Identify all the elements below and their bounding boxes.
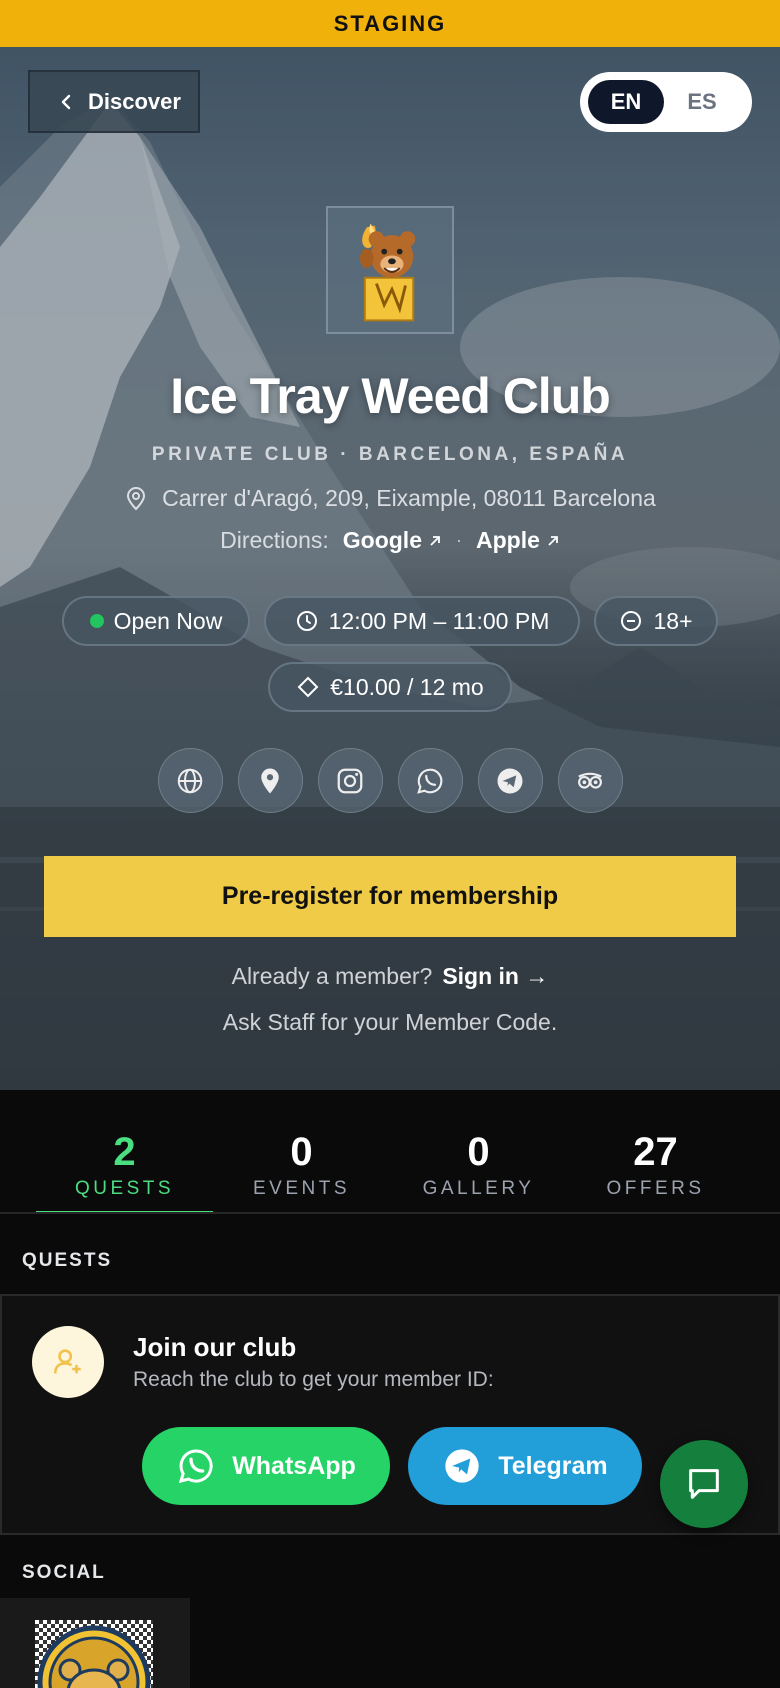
back-discover-button[interactable]: Discover bbox=[28, 70, 200, 133]
telegram-button[interactable]: Telegram bbox=[408, 1427, 642, 1505]
minus-circle-icon bbox=[621, 611, 642, 631]
tripadvisor-icon bbox=[578, 772, 602, 789]
maps-link[interactable] bbox=[237, 748, 303, 813]
bear-mascot-logo bbox=[359, 223, 416, 322]
signin-link[interactable]: Sign in → bbox=[442, 963, 548, 990]
status-dot bbox=[89, 614, 104, 628]
club-name: Ice Tray Weed Club bbox=[170, 368, 611, 424]
tabs-divider bbox=[0, 1212, 780, 1214]
user-plus-icon bbox=[53, 1349, 81, 1374]
lang-option-es[interactable]: ES bbox=[664, 80, 740, 124]
member-code-hint: Ask Staff for your Member Code. bbox=[222, 1009, 558, 1035]
social-post-thumbnail bbox=[35, 1620, 153, 1688]
website-link[interactable] bbox=[157, 748, 223, 813]
content-tabs: 2 QUESTS 0 EVENTS 0 GALLERY 27 OFFERS bbox=[36, 1120, 744, 1214]
quest-avatar bbox=[32, 1326, 104, 1398]
age-badge: 18+ bbox=[594, 596, 718, 646]
whatsapp-link[interactable] bbox=[397, 748, 463, 813]
instagram-icon bbox=[337, 768, 363, 793]
directions-row: Directions: Google · Apple bbox=[0, 527, 780, 554]
telegram-icon bbox=[445, 1449, 480, 1483]
chevron-left-icon bbox=[61, 94, 71, 109]
clock-icon bbox=[296, 611, 317, 631]
language-toggle: EN ES bbox=[580, 72, 752, 132]
staging-banner: STAGING bbox=[0, 0, 780, 47]
member-signin-row: Already a member? Sign in → bbox=[231, 963, 549, 990]
social-heading: SOCIAL bbox=[22, 1562, 106, 1583]
club-logo bbox=[326, 206, 454, 334]
tab-events[interactable]: 0 EVENTS bbox=[213, 1120, 390, 1212]
price-badge: €10.00 / 12 mo bbox=[268, 662, 512, 712]
pre-register-button[interactable]: Pre-register for membership bbox=[44, 856, 736, 937]
map-pin-icon bbox=[127, 486, 146, 510]
diamond-tag-icon bbox=[297, 676, 319, 698]
tab-gallery[interactable]: 0 GALLERY bbox=[390, 1120, 567, 1212]
hero-section: Discover EN ES Ice Tray Weed Club PRIVAT… bbox=[0, 47, 780, 1090]
whatsapp-icon bbox=[417, 768, 443, 794]
club-subtitle: PRIVATE CLUB · BARCELONA, ESPAÑA bbox=[151, 444, 629, 465]
tripadvisor-link[interactable] bbox=[557, 748, 623, 813]
tab-quests[interactable]: 2 QUESTS bbox=[36, 1120, 213, 1214]
quest-title: Join our club bbox=[133, 1332, 297, 1362]
instagram-link[interactable] bbox=[317, 748, 383, 813]
external-arrow-icon bbox=[548, 535, 558, 546]
tab-offers[interactable]: 27 OFFERS bbox=[567, 1120, 744, 1212]
open-status-badge: Open Now bbox=[62, 596, 250, 646]
directions-google-link[interactable]: Google bbox=[343, 527, 442, 554]
map-pin-icon bbox=[261, 768, 279, 793]
bear-badge-image bbox=[37, 1625, 151, 1688]
chat-fab-button[interactable] bbox=[660, 1440, 748, 1528]
external-arrow-icon bbox=[430, 535, 440, 546]
hours-badge: 12:00 PM – 11:00 PM bbox=[264, 596, 580, 646]
social-links-row bbox=[0, 748, 780, 813]
whatsapp-button[interactable]: WhatsApp bbox=[142, 1427, 390, 1505]
chat-bubble-icon bbox=[689, 1469, 719, 1499]
telegram-link[interactable] bbox=[477, 748, 543, 813]
globe-icon bbox=[177, 768, 203, 793]
telegram-icon bbox=[497, 768, 523, 793]
whatsapp-icon bbox=[178, 1449, 213, 1484]
quest-subtitle: Reach the club to get your member ID: bbox=[133, 1368, 494, 1391]
lang-option-en[interactable]: EN bbox=[588, 80, 664, 124]
club-address: Carrer d'Aragó, 209, Eixample, 08011 Bar… bbox=[0, 485, 780, 512]
quests-heading: QUESTS bbox=[22, 1250, 113, 1271]
directions-apple-link[interactable]: Apple bbox=[476, 527, 560, 554]
social-post-tile[interactable] bbox=[0, 1598, 190, 1688]
